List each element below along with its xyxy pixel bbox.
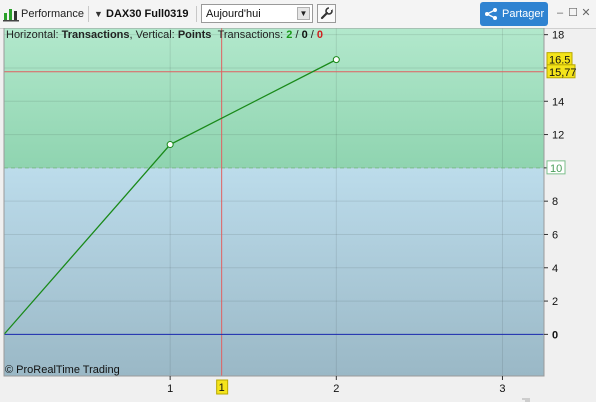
minimize-button[interactable]: – (554, 6, 566, 20)
wrench-settings-button[interactable] (317, 4, 336, 23)
chevron-down-icon[interactable]: ▼ (297, 7, 310, 20)
period-select[interactable]: Aujourd'hui ▼ (201, 4, 313, 23)
share-button-label: Partager (502, 8, 545, 20)
x-axis-tick-label: 2 (333, 383, 339, 395)
y-axis-tick-label: 12 (552, 130, 564, 142)
toolbar: Performance ▼ DAX30 Full0319 Aujourd'hui… (0, 0, 596, 29)
horizontal-axis-label: Horizontal: (6, 29, 59, 41)
y-axis-tick-label: 6 (552, 229, 558, 241)
performance-chart[interactable]: 02468101214161812316.515,77101 Horizonta… (0, 28, 596, 402)
count-separator: / (310, 29, 314, 41)
x-axis-tick-label: 1 (167, 383, 173, 395)
y-axis-tick-label: 8 (552, 196, 558, 208)
winning-trades-count: 2 (286, 29, 293, 41)
cursor-value-label: 15,77 (549, 67, 577, 79)
vertical-axis-label: , Vertical: (129, 29, 175, 41)
share-button[interactable]: Partager (480, 2, 548, 26)
transactions-label: Transactions: (217, 29, 284, 41)
instrument-name[interactable]: DAX30 Full0319 (106, 0, 189, 28)
x-axis-background (0, 377, 596, 402)
data-point (166, 141, 174, 149)
x-axis-tick-label: 3 (499, 383, 505, 395)
copyright-text: © ProRealTime Trading (5, 364, 120, 376)
toolbar-separator (88, 6, 89, 22)
zone-threshold-label: 10 (550, 163, 562, 175)
share-icon (485, 8, 497, 20)
vertical-axis-value: Points (177, 29, 212, 41)
y-axis-tick-label: 2 (552, 296, 558, 308)
chart-info-bar: Horizontal: Transactions, Vertical: Poin… (6, 29, 323, 41)
y-axis-tick-label: 14 (552, 96, 564, 108)
period-select-value: Aujourd'hui (206, 8, 261, 20)
performance-label[interactable]: Performance (21, 0, 84, 28)
performance-icon (3, 0, 19, 28)
toolbar-separator (196, 6, 197, 22)
horizontal-axis-value: Transactions (61, 29, 130, 41)
close-button[interactable]: ✕ (580, 6, 592, 20)
positive-zone (4, 28, 544, 168)
y-axis-tick-label: 18 (552, 30, 564, 42)
count-separator: / (295, 29, 299, 41)
y-axis-tick-label: 4 (552, 263, 558, 275)
cursor-x-label: 1 (219, 382, 225, 394)
chart-canvas[interactable]: 02468101214161812316.515,77101 (0, 28, 596, 402)
negative-zone (4, 167, 544, 376)
y-axis-tick-label: 0 (552, 329, 558, 341)
neutral-trades-count: 0 (301, 29, 308, 41)
data-point (332, 56, 340, 64)
instrument-dropdown-icon[interactable]: ▼ (94, 0, 104, 28)
maximize-button[interactable]: ☐ (567, 6, 579, 20)
losing-trades-count: 0 (316, 29, 323, 41)
wrench-icon (320, 7, 333, 20)
